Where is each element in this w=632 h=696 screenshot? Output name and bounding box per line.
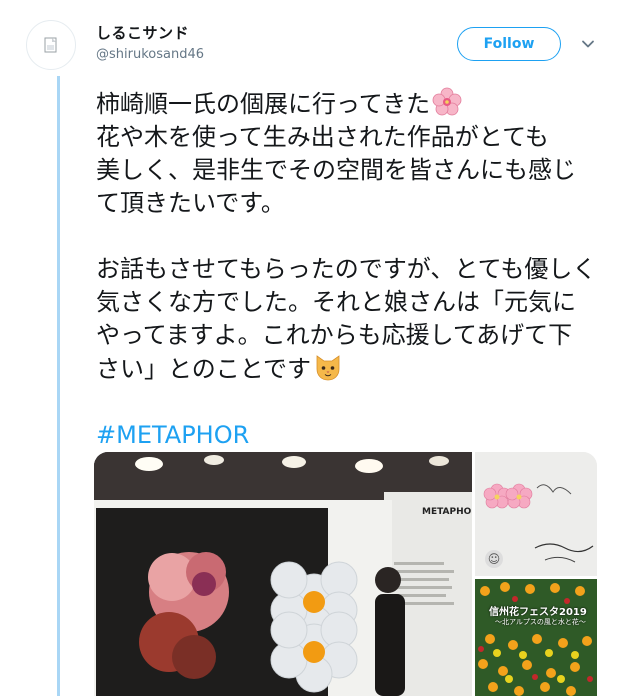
flower-festival-art: [475, 579, 597, 696]
tweet-line: 美しく、是非生でその空間を皆さんにも感じ: [96, 156, 576, 184]
thread-line: [57, 76, 60, 696]
tweet-line: お話もさせてもらったのですが、とても優しく: [96, 255, 597, 283]
tweet-line: 気さくな方でした。それと娘さんは「元気に: [96, 288, 576, 316]
display-name[interactable]: しるこサンド: [96, 22, 189, 43]
hashtag-link[interactable]: #METAPHOR: [96, 419, 616, 452]
tweet-line: て頂きたいです。: [96, 189, 285, 217]
cherry-blossom-icon: [432, 87, 462, 116]
media-grid: METAPHOR: [94, 452, 597, 696]
tweet-line: やってますよ。これからも応援してあげて下: [96, 321, 573, 349]
follow-button[interactable]: Follow: [457, 27, 561, 61]
avatar[interactable]: [26, 20, 76, 70]
exhibition-panel-label: METAPHOR: [422, 507, 472, 517]
broken-image-icon: [44, 37, 57, 53]
tweet-line: 柿崎順一氏の個展に行ってきた: [96, 87, 616, 121]
user-handle[interactable]: @shirukosand46: [96, 47, 204, 62]
chevron-down-icon[interactable]: [580, 36, 596, 52]
exhibition-photo-art: [94, 452, 472, 696]
cat-face-icon: [316, 355, 340, 381]
festival-caption: 信州花フェスタ2019: [489, 607, 587, 618]
festival-subcaption: ～北アルプスの風と水と花～: [495, 618, 586, 626]
exhibition-photo[interactable]: METAPHOR: [94, 452, 472, 696]
smiley-icon[interactable]: ☺: [485, 550, 503, 568]
tweet-text: 柿崎順一氏の個展に行ってきた 花や木を使って生み出された作品がとても 美しく、是…: [96, 87, 616, 452]
flower-festival-photo[interactable]: 信州花フェスタ2019 ～北アルプスの風と水と花～: [475, 579, 597, 696]
tweet-line: 花や木を使って生み出された作品がとても: [96, 123, 549, 151]
tweet-line: さい」とのことです: [96, 352, 616, 386]
